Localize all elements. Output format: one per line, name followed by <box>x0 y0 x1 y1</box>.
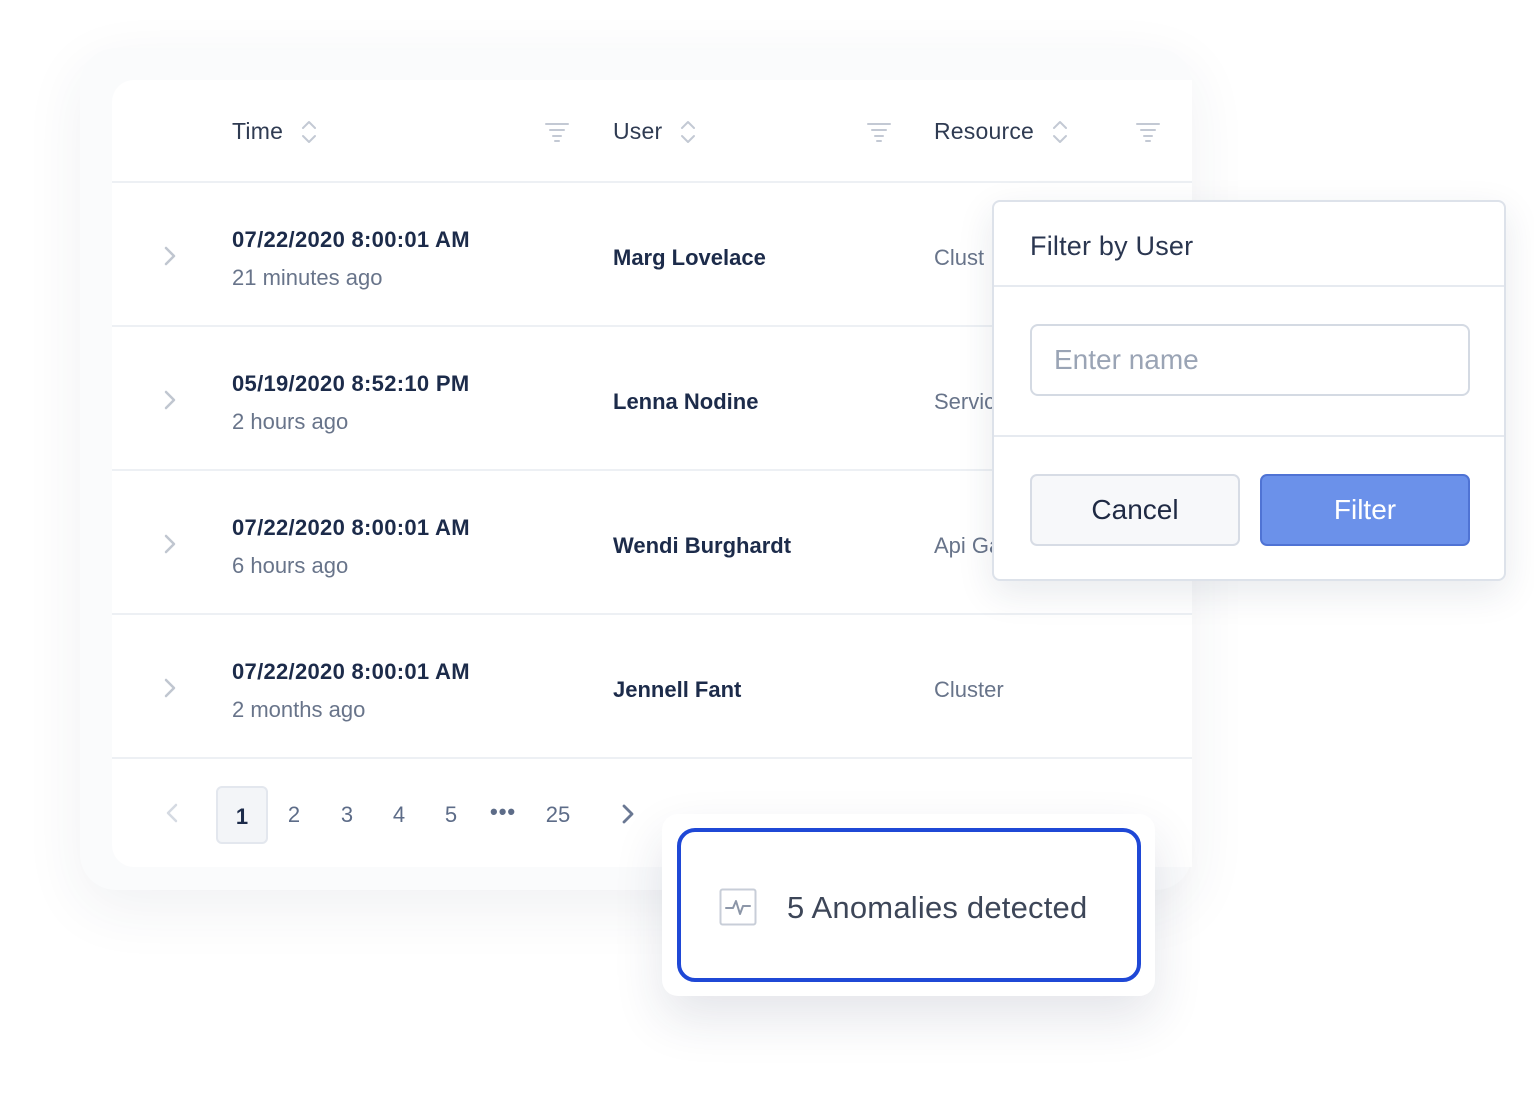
user-cell: Lenna Nodine <box>613 389 759 414</box>
timestamp: 07/22/2020 8:00:01 AM <box>232 227 470 252</box>
column-label-time: Time <box>232 118 284 144</box>
table-header: Time User Resource <box>112 80 1192 183</box>
sort-icon[interactable] <box>1052 118 1068 146</box>
resource-cell: Servic <box>934 389 996 414</box>
filter-by-user-popup: Filter by User Cancel Filter <box>992 200 1506 581</box>
column-header-user[interactable]: User <box>613 80 696 183</box>
user-cell: Wendi Burghardt <box>613 533 792 558</box>
page-button[interactable]: 1 <box>216 786 268 844</box>
relative-time: 6 hours ago <box>232 553 349 578</box>
sort-icon[interactable] <box>301 118 317 146</box>
anomaly-notification: 5 Anomalies detected <box>662 814 1155 996</box>
filter-icon[interactable] <box>867 122 891 142</box>
column-label-resource: Resource <box>934 118 1035 144</box>
user-cell: Marg Lovelace <box>613 245 766 270</box>
relative-time: 2 hours ago <box>232 409 349 434</box>
timestamp: 07/22/2020 8:00:01 AM <box>232 659 470 684</box>
page-ellipsis[interactable]: ••• <box>490 786 516 844</box>
time-cell: 07/22/2020 8:00:01 AM 6 hours ago <box>232 515 470 579</box>
column-header-resource[interactable]: Resource <box>934 80 1068 183</box>
page-button[interactable]: 3 <box>321 786 373 844</box>
column-header-time[interactable]: Time <box>232 80 317 183</box>
time-cell: 05/19/2020 8:52:10 PM 2 hours ago <box>232 371 469 435</box>
filter-icon[interactable] <box>545 122 569 142</box>
timestamp: 07/22/2020 8:00:01 AM <box>232 515 470 540</box>
divider <box>994 285 1504 287</box>
page-button-last[interactable]: 25 <box>532 786 584 844</box>
chevron-right-icon[interactable] <box>162 389 178 411</box>
chevron-right-icon[interactable] <box>162 245 178 267</box>
relative-time: 21 minutes ago <box>232 265 383 290</box>
activity-icon <box>719 888 757 926</box>
sort-icon[interactable] <box>680 118 696 146</box>
name-input[interactable] <box>1030 324 1470 396</box>
timestamp: 05/19/2020 8:52:10 PM <box>232 371 470 396</box>
time-cell: 07/22/2020 8:00:01 AM 21 minutes ago <box>232 227 470 291</box>
column-label-user: User <box>613 118 663 144</box>
chevron-right-icon[interactable] <box>162 533 178 555</box>
chevron-left-icon[interactable] <box>164 802 180 824</box>
popup-title: Filter by User <box>1030 231 1194 261</box>
chevron-right-icon[interactable] <box>620 802 636 826</box>
time-cell: 07/22/2020 8:00:01 AM 2 months ago <box>232 659 470 723</box>
table-row[interactable]: 07/22/2020 8:00:01 AM 2 months ago Jenne… <box>112 615 1192 759</box>
filter-button[interactable]: Filter <box>1260 474 1470 546</box>
filter-icon[interactable] <box>1136 122 1160 142</box>
anomaly-message: 5 Anomalies detected <box>787 890 1088 925</box>
page-button[interactable]: 5 <box>425 786 477 844</box>
cancel-button[interactable]: Cancel <box>1030 474 1240 546</box>
page-button[interactable]: 2 <box>268 786 320 844</box>
user-cell: Jennell Fant <box>613 677 742 702</box>
divider <box>994 435 1504 437</box>
relative-time: 2 months ago <box>232 697 366 722</box>
anomaly-alert[interactable]: 5 Anomalies detected <box>677 828 1141 982</box>
resource-cell: Clust <box>934 245 985 270</box>
page-button[interactable]: 4 <box>373 786 425 844</box>
chevron-right-icon[interactable] <box>162 677 178 699</box>
resource-cell: Cluster <box>934 677 1004 702</box>
